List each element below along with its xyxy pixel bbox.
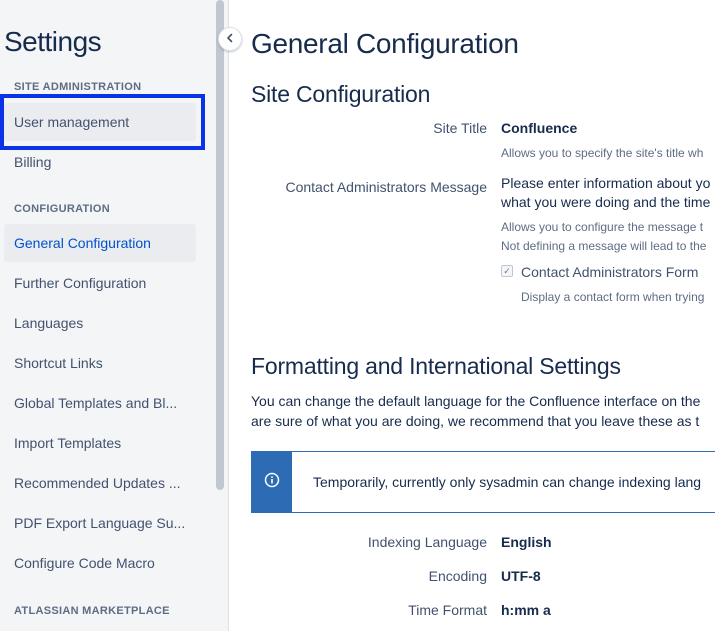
contact-admins-message-line2: what you were doing and the time [501,194,711,210]
sidebar-item-pdf-export-language[interactable]: PDF Export Language Su... [4,504,196,542]
site-configuration-heading: Site Configuration [251,81,431,107]
sidebar-item-import-templates[interactable]: Import Templates [4,424,196,462]
sidebar-item-recommended-updates[interactable]: Recommended Updates ... [4,464,196,502]
sidebar-item-shortcut-links[interactable]: Shortcut Links [4,344,196,382]
formatting-paragraph-line1: You can change the default language for … [251,393,701,409]
encoding-label: Encoding [428,568,487,584]
section-heading-configuration: CONFIGURATION [14,203,110,215]
sidebar-title: Settings [4,26,102,57]
sidebar-item-billing[interactable]: Billing [4,143,196,181]
contact-admins-message-description-line1: Allows you to configure the message t [501,220,704,234]
info-message-text: Temporarily, currently only sysadmin can… [313,474,702,490]
encoding-value: UTF-8 [501,568,541,584]
indexing-language-value: English [501,534,552,550]
section-heading-atlassian-marketplace: ATLASSIAN MARKETPLACE [14,605,170,617]
contact-admins-form-description: Display a contact form when trying [521,290,705,304]
sidebar-scrollbar-thumb[interactable] [216,0,224,490]
settings-sidebar: Settings SITE ADMINISTRATION User manage… [0,0,213,631]
info-message: Temporarily, currently only sysadmin can… [251,451,715,513]
sidebar-item-global-templates[interactable]: Global Templates and Bl... [4,384,196,422]
info-icon [264,472,280,493]
contact-admins-message-label: Contact Administrators Message [285,179,487,195]
contact-admins-form-label: Contact Administrators Form [521,264,699,280]
site-title-value: Confluence [501,120,578,136]
sidebar-item-further-configuration[interactable]: Further Configuration [4,264,196,302]
formatting-paragraph-line2: are sure of what you are doing, we recom… [251,413,700,429]
collapse-sidebar-button[interactable] [218,27,242,51]
page-title: General Configuration [251,28,519,59]
time-format-label: Time Format [408,602,487,618]
sidebar-item-user-management[interactable]: User management [4,103,196,141]
sidebar-item-configure-code-macro[interactable]: Configure Code Macro [4,544,196,582]
site-title-label: Site Title [433,120,487,136]
contact-admins-form-checkbox[interactable]: ✓ [501,265,513,277]
main-content: General Configuration Site Configuration… [251,0,715,631]
site-title-description: Allows you to specify the site's title w… [501,146,704,160]
indexing-language-label: Indexing Language [367,534,487,550]
time-format-value: h:mm a [501,602,551,618]
sidebar-item-languages[interactable]: Languages [4,304,196,342]
contact-admins-message-description-line2: Not defining a message will lead to the [501,239,707,253]
contact-admins-message-line1: Please enter information about yo [501,175,711,191]
info-strip [252,452,292,512]
sidebar-item-general-configuration[interactable]: General Configuration [4,224,196,262]
section-heading-site-administration: SITE ADMINISTRATION [14,81,142,93]
formatting-heading: Formatting and International Settings [251,353,621,379]
chevron-left-icon [225,30,235,48]
